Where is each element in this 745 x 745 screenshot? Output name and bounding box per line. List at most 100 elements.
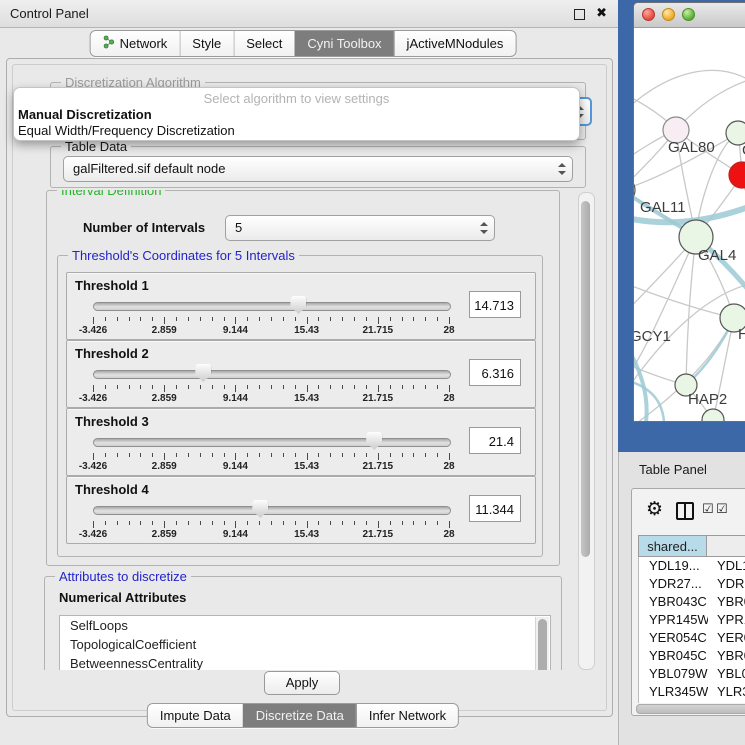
table-cell[interactable]: YBL079W — [639, 665, 708, 683]
table-row[interactable]: YBR045C YBR0 — [639, 647, 745, 665]
attribute-item-betweennesscentrality[interactable]: BetweennessCentrality — [60, 654, 550, 670]
tick-mark — [354, 317, 355, 321]
tab-label: Network — [120, 36, 168, 51]
attributes-group: Attributes to discretize Numerical Attri… — [44, 576, 562, 670]
table-data-combobox[interactable]: galFiltered.sif default node — [63, 156, 573, 182]
attributes-scrollbar[interactable] — [535, 617, 549, 670]
dropdown-placeholder[interactable]: Select algorithm to view settings — [14, 91, 579, 106]
table-data-group-title: Table Data — [61, 139, 131, 154]
gear-icon[interactable]: ⚙ — [646, 498, 663, 520]
tick-mark — [402, 385, 403, 389]
column-header-name[interactable]: na — [707, 535, 745, 557]
bottom-tab-impute-data[interactable]: Impute Data — [148, 704, 243, 727]
table-row[interactable]: YBR043C YBR0 — [639, 593, 745, 611]
table-cell[interactable]: YBR0 — [708, 593, 745, 611]
tab-jactivemnodules[interactable]: jActiveMNodules — [394, 31, 516, 56]
tick-mark — [259, 317, 260, 321]
threshold-slider[interactable] — [93, 499, 449, 519]
attributes-listbox[interactable]: SelfLoopsTopologicalCoefficientBetweenne… — [59, 615, 551, 670]
table-cell[interactable]: YBL0 — [708, 665, 745, 683]
tick-mark — [413, 521, 414, 525]
checkbox-checked-icon[interactable]: ☑ — [716, 502, 728, 517]
network-icon — [103, 35, 115, 52]
slider-thumb-icon[interactable] — [366, 432, 382, 450]
threshold-value-field[interactable]: 6.316 — [469, 359, 521, 386]
table-row[interactable]: YIL052C YIL0 — [639, 701, 745, 703]
threshold-value-field[interactable]: 21.4 — [469, 427, 521, 454]
tab-style[interactable]: Style — [179, 31, 233, 56]
combo-arrows-icon[interactable] — [557, 162, 566, 176]
table-cell[interactable]: YIL052C — [639, 701, 708, 703]
slider-track[interactable] — [93, 506, 451, 515]
threshold-slider[interactable] — [93, 431, 449, 451]
slider-thumb-icon[interactable] — [195, 364, 211, 382]
table-row[interactable]: YER054C YER0 — [639, 629, 745, 647]
attribute-item-topologicalcoefficient[interactable]: TopologicalCoefficient — [60, 635, 550, 654]
thresholds-group-title: Threshold's Coordinates for 5 Intervals — [68, 248, 299, 263]
table-row[interactable]: YLR345W YLR3 — [639, 683, 745, 701]
table-cell[interactable]: YPR1 — [708, 611, 745, 629]
network-canvas[interactable]: GAL80 GA C GAL11 GAL4 GCY1 H HAP2 — [634, 27, 745, 421]
close-icon[interactable]: ✖ — [596, 6, 607, 21]
table-cell[interactable]: YER054C — [639, 629, 708, 647]
network-view-window: GAL80 GA C GAL11 GAL4 GCY1 H HAP2 — [633, 2, 745, 422]
table-cell[interactable]: YDR2 — [708, 575, 745, 593]
bottom-tab-discretize-data[interactable]: Discretize Data — [243, 704, 356, 727]
close-traffic-light-icon[interactable] — [642, 8, 655, 21]
combo-arrows-icon[interactable] — [479, 221, 488, 235]
table-rows: YDL19... YDL1 YDR27... YDR2 YBR043C YBR0… — [638, 557, 745, 703]
threshold-value-field[interactable]: 11.344 — [469, 495, 521, 522]
table-cell[interactable]: YDL1 — [708, 557, 745, 575]
threshold-value-field[interactable]: 14.713 — [469, 291, 521, 318]
slider-thumb-icon[interactable] — [252, 500, 268, 518]
zoom-traffic-light-icon[interactable] — [682, 8, 695, 21]
table-cell[interactable]: YDL19... — [639, 557, 708, 575]
node-red[interactable] — [729, 162, 745, 188]
algorithm-option-manual-discretization[interactable]: Manual Discretization — [18, 107, 575, 123]
table-cell[interactable]: YPR145W — [639, 611, 708, 629]
table-cell[interactable]: YBR045C — [639, 647, 708, 665]
scrollbar-thumb[interactable] — [538, 619, 547, 670]
tick-mark — [164, 453, 165, 460]
table-cell[interactable]: YIL0 — [708, 701, 744, 703]
tab-network[interactable]: Network — [91, 31, 180, 56]
algorithm-option-equal-width-frequency-discretization[interactable]: Equal Width/Frequency Discretization — [18, 123, 575, 139]
float-window-icon[interactable] — [574, 9, 585, 20]
scrollbar-thumb[interactable] — [581, 201, 590, 557]
table-cell[interactable]: YLR3 — [708, 683, 745, 701]
threshold-slider[interactable] — [93, 295, 449, 315]
table-cell[interactable]: YBR043C — [639, 593, 708, 611]
column-header-shared[interactable]: shared... — [638, 535, 707, 557]
tab-select[interactable]: Select — [233, 31, 294, 56]
table-row[interactable]: YDL19... YDL1 — [639, 557, 745, 575]
table-cell[interactable]: YDR27... — [639, 575, 708, 593]
table-cell[interactable]: YBR0 — [708, 647, 745, 665]
node-bottom[interactable] — [702, 409, 724, 421]
table-cell[interactable]: YER0 — [708, 629, 745, 647]
tab-label: Style — [192, 36, 221, 51]
apply-button[interactable]: Apply — [264, 671, 340, 695]
slider-thumb-icon[interactable] — [290, 296, 306, 314]
table-row[interactable]: YBL079W YBL0 — [639, 665, 745, 683]
slider-track[interactable] — [93, 370, 451, 379]
tick-mark — [129, 385, 130, 389]
table-cell[interactable]: YLR345W — [639, 683, 708, 701]
table-row[interactable]: YDR27... YDR2 — [639, 575, 745, 593]
checkbox-checked-icon[interactable]: ☑ — [702, 502, 714, 517]
threshold-slider[interactable] — [93, 363, 449, 383]
tick-mark — [117, 521, 118, 525]
minimize-traffic-light-icon[interactable] — [662, 8, 675, 21]
table-row[interactable]: YPR145W YPR1 — [639, 611, 745, 629]
slider-track[interactable] — [93, 302, 451, 311]
table-horizontal-scrollbar[interactable] — [636, 704, 745, 714]
num-intervals-value: 5 — [235, 216, 472, 239]
split-columns-icon[interactable] — [676, 502, 694, 520]
attribute-item-selfloops[interactable]: SelfLoops — [60, 616, 550, 635]
tick-mark — [129, 317, 130, 321]
num-intervals-combobox[interactable]: 5 — [225, 215, 495, 241]
tick-mark — [271, 317, 272, 321]
settings-scrollbar[interactable] — [578, 192, 595, 670]
slider-track[interactable] — [93, 438, 451, 447]
tab-cyni-toolbox[interactable]: Cyni Toolbox — [294, 31, 393, 56]
bottom-tab-infer-network[interactable]: Infer Network — [356, 704, 458, 727]
